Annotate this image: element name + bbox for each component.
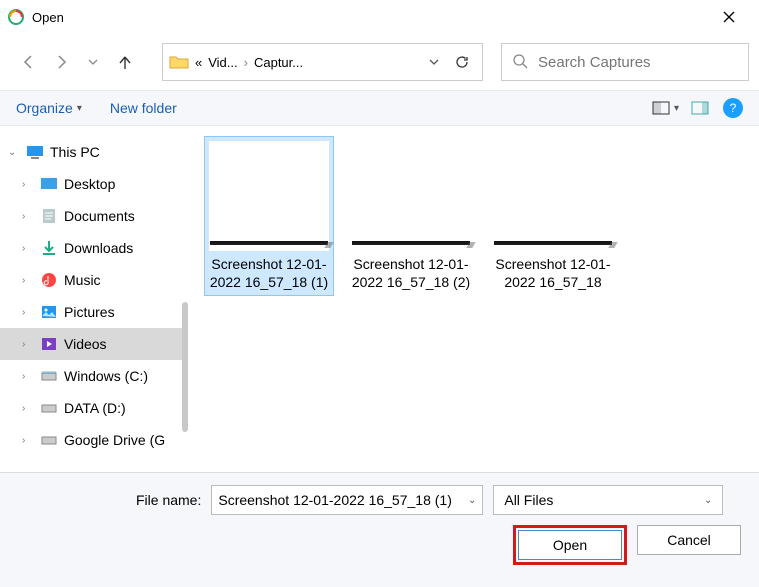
- file-list: Screenshot 12-01-2022 16_57_18 (1) Scree…: [188, 126, 759, 472]
- chevron-right-icon: ›: [22, 243, 34, 254]
- close-button[interactable]: [707, 4, 751, 30]
- file-thumbnail: [493, 141, 613, 251]
- tree-drive-d[interactable]: › DATA (D:): [0, 392, 188, 424]
- tree-label: This PC: [50, 144, 100, 160]
- back-button[interactable]: [20, 53, 38, 71]
- pc-icon: [26, 144, 44, 160]
- organize-button[interactable]: Organize▾: [16, 100, 82, 116]
- view-mode-button[interactable]: ▾: [652, 101, 679, 115]
- pictures-icon: [40, 304, 58, 320]
- chevron-down-icon: ⌄: [468, 495, 476, 506]
- file-name-label: File name:: [136, 492, 201, 508]
- breadcrumb-seg-2[interactable]: Captur...: [254, 55, 303, 70]
- nav-row: « Vid... › Captur...: [0, 34, 759, 90]
- footer: File name: Screenshot 12-01-2022 16_57_1…: [0, 472, 759, 587]
- tree-desktop[interactable]: › Desktop: [0, 168, 188, 200]
- file-name: Screenshot 12-01-2022 16_57_18 (1): [209, 255, 329, 291]
- help-button[interactable]: ?: [723, 98, 743, 118]
- chevron-right-icon: ›: [22, 307, 34, 318]
- open-button[interactable]: Open: [518, 530, 622, 560]
- file-item[interactable]: Screenshot 12-01-2022 16_57_18 (2): [346, 136, 476, 296]
- file-type-filter[interactable]: All Files ⌄: [493, 485, 723, 515]
- toolbar: Organize▾ New folder ▾ ?: [0, 90, 759, 126]
- drive-icon: [40, 368, 58, 384]
- new-folder-button[interactable]: New folder: [110, 100, 177, 116]
- search-box[interactable]: [501, 43, 749, 81]
- title-bar: Open: [0, 0, 759, 34]
- file-name: Screenshot 12-01-2022 16_57_18: [493, 255, 613, 291]
- chevron-right-icon: ›: [22, 371, 34, 382]
- tree-google-drive[interactable]: › Google Drive (G: [0, 424, 188, 456]
- tree-videos[interactable]: › Videos: [0, 328, 188, 360]
- documents-icon: [40, 208, 58, 224]
- tree-label: Downloads: [64, 240, 133, 256]
- file-name-input[interactable]: Screenshot 12-01-2022 16_57_18 (1) ⌄: [211, 485, 483, 515]
- folder-tree: ⌄ This PC › Desktop › Documents › Downloads…: [0, 126, 188, 472]
- chevron-down-icon: ⌄: [8, 147, 20, 158]
- drive-icon: [40, 400, 58, 416]
- breadcrumb-seg-1[interactable]: Vid...: [208, 55, 237, 70]
- videos-icon: [40, 336, 58, 352]
- tree-documents[interactable]: › Documents: [0, 200, 188, 232]
- tree-label: Documents: [64, 208, 135, 224]
- up-button[interactable]: [116, 53, 134, 71]
- chevron-right-icon: ›: [244, 55, 248, 70]
- tree-label: Desktop: [64, 176, 115, 192]
- tree-label: Pictures: [64, 304, 115, 320]
- window-title: Open: [32, 10, 707, 25]
- cancel-button[interactable]: Cancel: [637, 525, 741, 555]
- folder-icon: [169, 54, 189, 70]
- file-name-value: Screenshot 12-01-2022 16_57_18 (1): [218, 492, 452, 508]
- search-icon: [512, 53, 528, 72]
- search-input[interactable]: [538, 54, 738, 71]
- app-icon: [8, 9, 24, 25]
- chevron-right-icon: ›: [22, 179, 34, 190]
- sidebar-scrollbar[interactable]: [182, 302, 188, 432]
- open-highlight: Open: [513, 525, 627, 565]
- chevron-right-icon: ›: [22, 275, 34, 286]
- file-item[interactable]: Screenshot 12-01-2022 16_57_18 (1): [204, 136, 334, 296]
- recent-dropdown[interactable]: [84, 53, 102, 71]
- file-item[interactable]: Screenshot 12-01-2022 16_57_18: [488, 136, 618, 296]
- downloads-icon: [40, 240, 58, 256]
- tree-label: Music: [64, 272, 101, 288]
- chevron-right-icon: ›: [22, 211, 34, 222]
- refresh-button[interactable]: [448, 54, 476, 70]
- file-thumbnail: [351, 141, 471, 251]
- tree-music[interactable]: › Music: [0, 264, 188, 296]
- tree-label: Google Drive (G: [64, 432, 165, 448]
- tree-drive-c[interactable]: › Windows (C:): [0, 360, 188, 392]
- address-bar[interactable]: « Vid... › Captur...: [162, 43, 483, 81]
- tree-label: Videos: [64, 336, 107, 352]
- tree-label: DATA (D:): [64, 400, 126, 416]
- music-icon: [40, 272, 58, 288]
- preview-pane-button[interactable]: [691, 101, 709, 115]
- tree-label: Windows (C:): [64, 368, 148, 384]
- tree-downloads[interactable]: › Downloads: [0, 232, 188, 264]
- forward-button[interactable]: [52, 53, 70, 71]
- tree-this-pc[interactable]: ⌄ This PC: [0, 136, 188, 168]
- chevron-down-icon: ⌄: [704, 495, 712, 506]
- breadcrumb-ellipsis[interactable]: «: [195, 55, 202, 70]
- desktop-icon: [40, 176, 58, 192]
- drive-icon: [40, 432, 58, 448]
- filter-value: All Files: [504, 492, 553, 508]
- chevron-right-icon: ›: [22, 435, 34, 446]
- tree-pictures[interactable]: › Pictures: [0, 296, 188, 328]
- address-dropdown[interactable]: [420, 56, 448, 68]
- chevron-right-icon: ›: [22, 403, 34, 414]
- chevron-right-icon: ›: [22, 339, 34, 350]
- file-thumbnail: [209, 141, 329, 251]
- file-name: Screenshot 12-01-2022 16_57_18 (2): [351, 255, 471, 291]
